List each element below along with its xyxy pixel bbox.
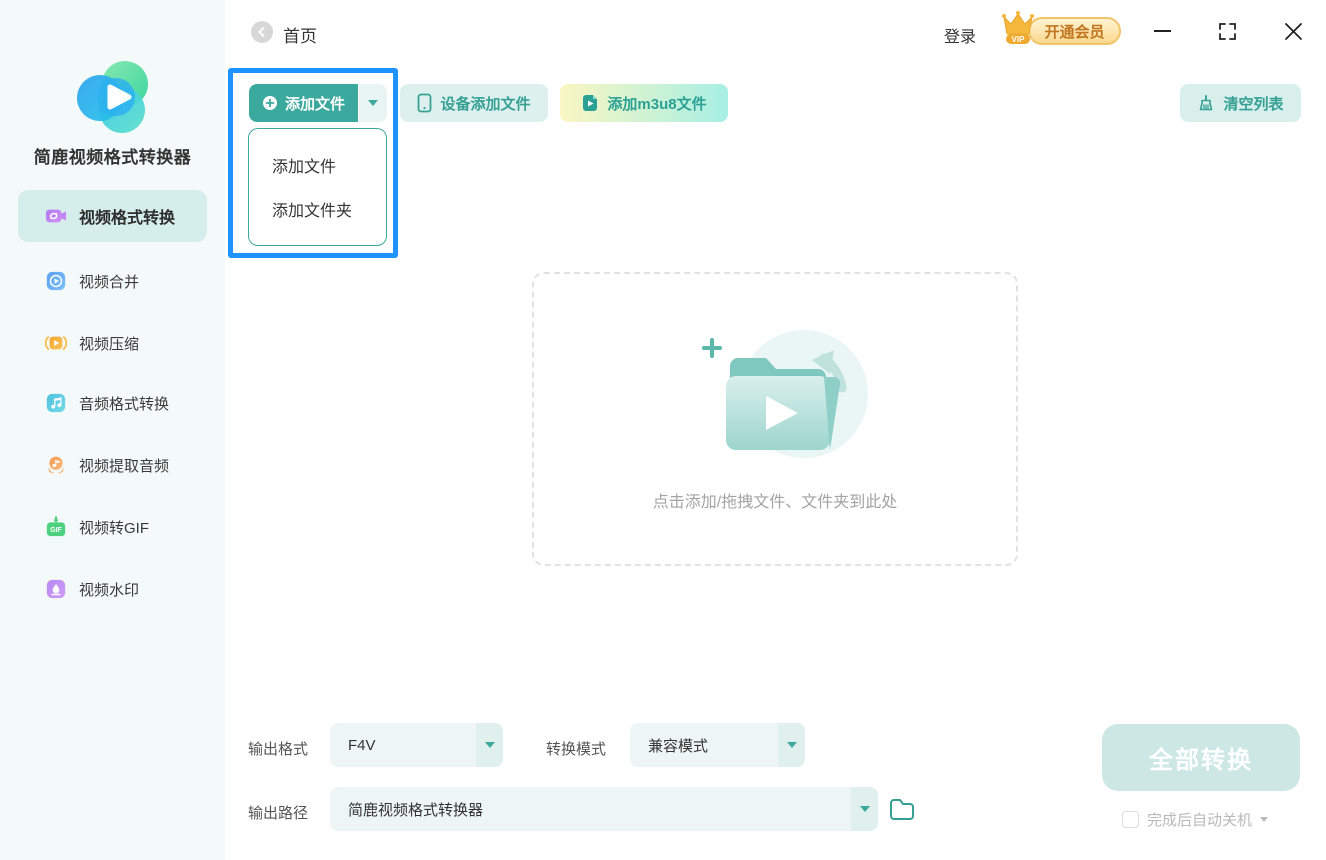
path-select-arrow: [851, 787, 878, 831]
sidebar-item-video-convert[interactable]: 视频格式转换: [18, 190, 207, 242]
video-convert-icon: [45, 209, 67, 223]
breadcrumb-home: 首页: [283, 27, 317, 46]
auto-shutdown-label: 完成后自动关机: [1147, 812, 1253, 829]
add-file-dropdown-toggle[interactable]: [358, 84, 387, 122]
broom-icon: [1200, 95, 1213, 111]
file-drop-zone[interactable]: 点击添加/拖拽文件、文件夹到此处: [532, 272, 1018, 566]
video-compress-icon: [45, 336, 67, 350]
clear-list-button[interactable]: 清空列表: [1180, 84, 1301, 122]
mode-select-arrow: [778, 723, 805, 767]
device-add-file-button[interactable]: 设备添加文件: [400, 84, 548, 122]
video-to-gif-icon: GIF: [46, 516, 66, 537]
back-arrow-icon: [258, 27, 265, 37]
convert-mode-label: 转换模式: [546, 741, 607, 758]
output-path-value: 简鹿视频格式转换器: [348, 801, 484, 819]
auto-shutdown-option: 完成后自动关机: [1122, 809, 1269, 830]
window-close-button[interactable]: [1284, 22, 1303, 41]
svg-text:GIF: GIF: [50, 527, 61, 534]
login-link[interactable]: 登录: [944, 23, 976, 47]
sidebar-item-video-to-gif[interactable]: GIF 视频转GIF: [18, 505, 207, 549]
sidebar-item-label: 音频格式转换: [79, 395, 170, 413]
sidebar-item-label: 视频合并: [79, 273, 140, 291]
audio-convert-icon: [46, 393, 66, 413]
add-file-dropdown-menu: 添加文件 添加文件夹: [248, 128, 387, 246]
video-merge-icon: [46, 271, 66, 291]
m3u8-file-icon: [583, 95, 598, 111]
output-path-select[interactable]: 简鹿视频格式转换器: [330, 787, 878, 831]
add-file-split-button[interactable]: 添加文件: [249, 84, 387, 122]
sidebar-item-label: 视频压缩: [79, 335, 140, 353]
chevron-down-icon: [786, 742, 797, 748]
folder-illustration: [702, 330, 868, 458]
sidebar-item-label: 视频提取音频: [79, 457, 170, 475]
window-minimize-button[interactable]: [1154, 30, 1171, 32]
menu-item-add-file[interactable]: 添加文件: [249, 143, 386, 187]
chevron-down-icon: [859, 806, 870, 812]
browse-folder-button[interactable]: [889, 797, 915, 821]
app-title: 简鹿视频格式转换器: [33, 148, 192, 167]
sidebar-item-video-compress[interactable]: 视频压缩: [18, 321, 207, 365]
convert-all-button[interactable]: 全部转换: [1102, 724, 1300, 791]
sidebar-item-extract-audio[interactable]: 视频提取音频: [18, 443, 207, 487]
vip-badge-text: VIP: [1012, 35, 1026, 44]
device-add-file-label: 设备添加文件: [440, 95, 531, 113]
dropzone-hint: 点击添加/拖拽文件、文件夹到此处: [652, 494, 898, 511]
add-m3u8-button[interactable]: 添加m3u8文件: [560, 84, 728, 122]
vip-crown-icon[interactable]: VIP: [997, 7, 1039, 49]
output-format-label: 输出格式: [248, 741, 309, 758]
sidebar-item-label: 视频格式转换: [79, 210, 176, 227]
chevron-down-icon: [484, 742, 495, 748]
convert-mode-select[interactable]: 兼容模式: [630, 723, 805, 767]
plus-circle-icon: [262, 96, 277, 110]
sidebar-item-audio-convert[interactable]: 音频格式转换: [18, 381, 207, 425]
app-logo-icon: [77, 61, 148, 133]
sidebar-item-video-merge[interactable]: 视频合并: [18, 259, 207, 303]
convert-mode-value: 兼容模式: [648, 737, 709, 755]
vip-membership-button[interactable]: 开通会员: [1028, 17, 1121, 45]
sidebar-item-label: 视频转GIF: [79, 519, 149, 537]
extract-audio-icon: [48, 456, 64, 474]
output-format-select[interactable]: F4V: [330, 723, 503, 767]
output-format-value: F4V: [348, 736, 376, 754]
sidebar: 简鹿视频格式转换器 视频格式转换 视频合并 视频压缩 音频格式转换 视频提取音频…: [0, 0, 225, 860]
back-button[interactable]: [251, 21, 273, 43]
sidebar-item-label: 视频水印: [79, 581, 140, 599]
add-m3u8-label: 添加m3u8文件: [607, 95, 707, 113]
format-select-arrow: [476, 723, 503, 767]
add-file-button[interactable]: 添加文件: [249, 84, 358, 122]
video-watermark-icon: [46, 579, 66, 599]
sidebar-item-video-watermark[interactable]: 视频水印: [18, 567, 207, 611]
chevron-down-icon: [368, 100, 378, 106]
menu-item-add-folder[interactable]: 添加文件夹: [249, 187, 386, 231]
chevron-down-icon[interactable]: [1260, 817, 1269, 822]
add-file-label: 添加文件: [284, 95, 345, 113]
app-window: 简鹿视频格式转换器 视频格式转换 视频合并 视频压缩 音频格式转换 视频提取音频…: [0, 0, 1326, 860]
output-path-label: 输出路径: [248, 805, 309, 822]
window-maximize-button[interactable]: [1219, 23, 1236, 40]
clear-list-label: 清空列表: [1223, 95, 1284, 113]
auto-shutdown-checkbox[interactable]: [1122, 811, 1139, 828]
phone-icon: [418, 93, 432, 113]
